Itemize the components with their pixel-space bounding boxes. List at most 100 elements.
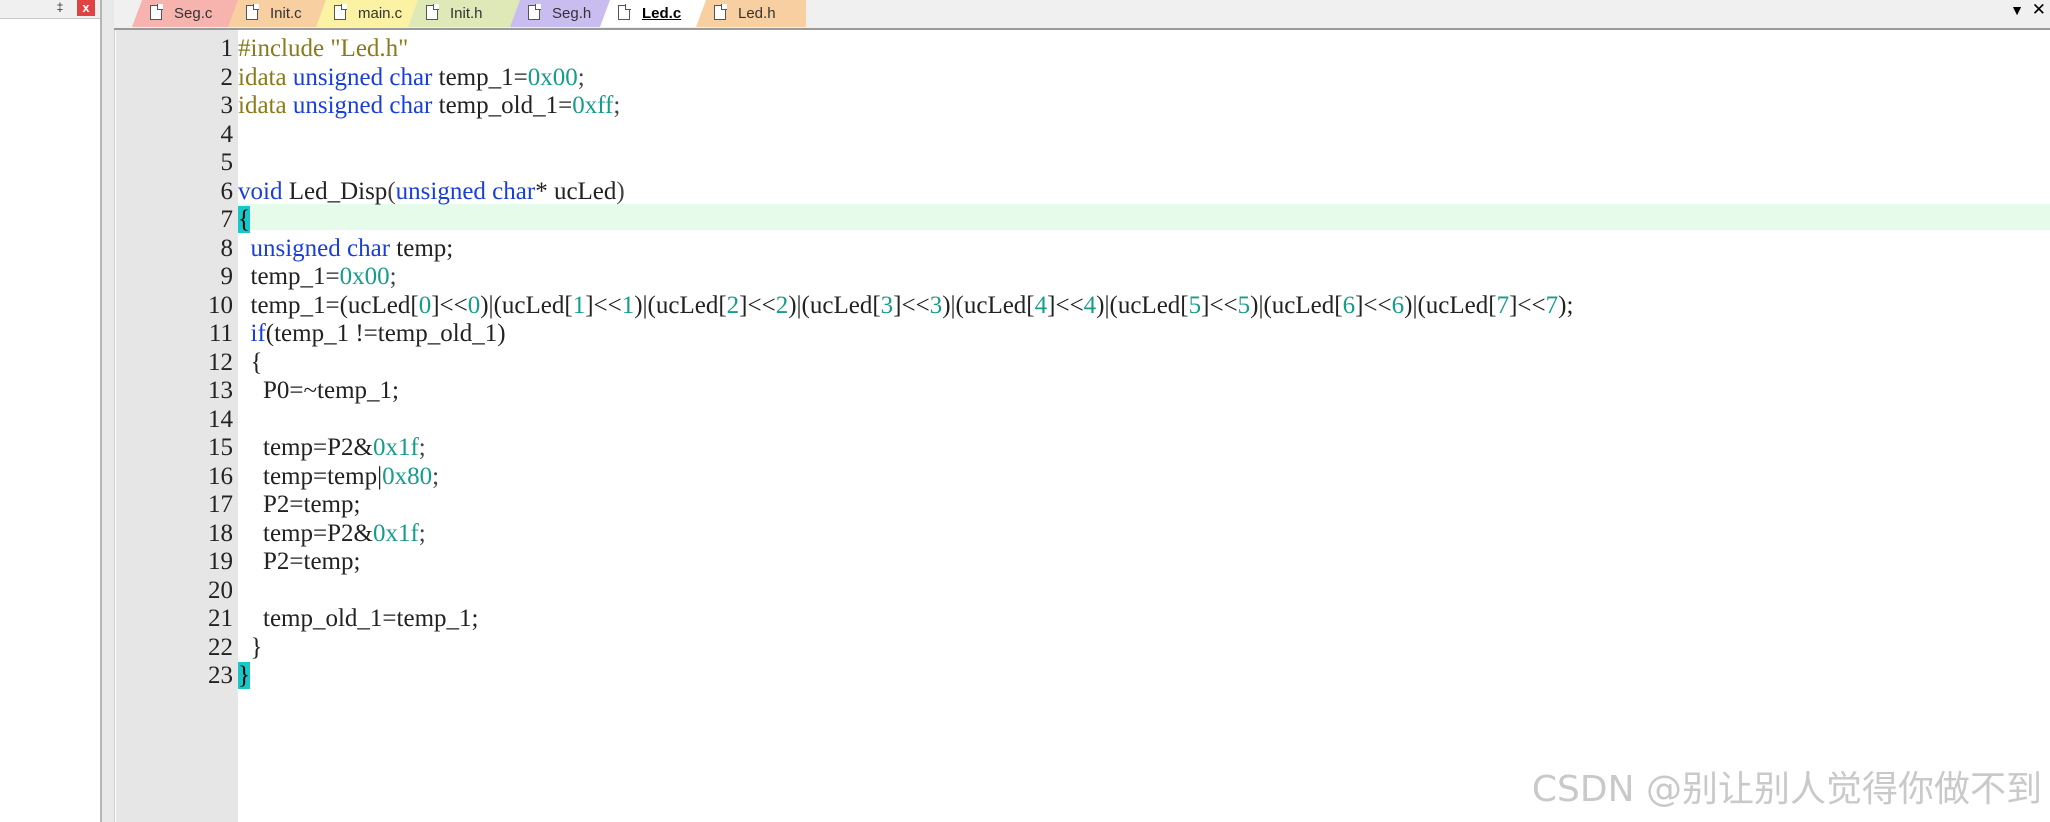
code-token: unsigned char xyxy=(292,92,439,119)
code-text: } xyxy=(238,634,263,663)
tab-label: Init.h xyxy=(450,5,483,22)
code-token: P0=~temp_1; xyxy=(238,377,399,404)
code-line: 16 temp=temp|0x80; xyxy=(116,463,2050,492)
code-token: temp_1= xyxy=(438,63,528,91)
file-icon xyxy=(618,4,631,20)
code-token: )|(ucLed[ xyxy=(1250,291,1343,319)
code-token: )|(ucLed[ xyxy=(1096,291,1189,319)
code-token: P2=temp; xyxy=(238,548,361,575)
code-editor[interactable]: 1 #include "Led.h" 2 idata unsigned char te… xyxy=(116,30,2050,822)
code-token: 0x00 xyxy=(339,263,390,290)
matched-brace: { xyxy=(238,206,250,233)
code-line: 21 temp_old_1=temp_1; xyxy=(116,605,2050,634)
code-token: 1 xyxy=(621,291,635,319)
code-token: 3 xyxy=(929,291,943,319)
line-number: 1 xyxy=(220,35,234,62)
code-line: 23} xyxy=(116,662,2050,691)
code-area[interactable]: 1 #include "Led.h" 2 idata unsigned char te… xyxy=(116,35,2050,691)
code-line: 20 xyxy=(116,577,2050,606)
code-token: idata xyxy=(238,63,293,91)
code-line: 4 xyxy=(116,121,2050,150)
code-token: 0 xyxy=(418,291,432,319)
tab-label: Led.c xyxy=(642,5,682,22)
pin-icon[interactable]: ‡ xyxy=(53,0,67,14)
line-number: 20 xyxy=(208,576,233,604)
code-token: temp=P2& xyxy=(238,434,373,461)
code-text: P2=temp; xyxy=(238,491,360,520)
code-token: 5 xyxy=(1237,291,1251,319)
code-text: { xyxy=(238,206,250,235)
code-line: 6 void Led_Disp(unsigned char* ucLed) xyxy=(116,178,2050,207)
code-token: 0x1f xyxy=(372,519,419,547)
code-token: unsigned char xyxy=(292,63,439,91)
file-icon xyxy=(150,4,163,20)
line-number: 12 xyxy=(208,348,233,376)
line-number: 3 xyxy=(220,92,234,119)
code-token: 2 xyxy=(726,291,740,319)
code-line: 19 P2=temp; xyxy=(116,548,2050,577)
code-token: 0xff xyxy=(572,92,614,119)
file-icon xyxy=(714,4,727,20)
code-token: temp; xyxy=(396,234,454,262)
code-line: 17 P2=temp; xyxy=(116,491,2050,520)
code-token: ]<< xyxy=(1355,291,1392,319)
code-token: void xyxy=(238,177,289,205)
code-text: unsigned char temp; xyxy=(238,234,454,264)
close-icon[interactable]: x xyxy=(77,0,95,16)
tab-label: Init.c xyxy=(270,5,302,22)
code-token: ]<< xyxy=(739,291,776,319)
line-number: 4 xyxy=(220,120,234,148)
line-number: 14 xyxy=(208,405,233,433)
code-line: 7{ xyxy=(116,206,2050,235)
code-token: #include xyxy=(238,35,331,62)
code-text: P2=temp; xyxy=(238,548,360,577)
matched-brace: } xyxy=(238,662,250,689)
code-token: unsigned char xyxy=(395,177,536,205)
close-icon[interactable]: ✕ xyxy=(2032,0,2046,20)
code-token: ]<< xyxy=(431,291,468,319)
code-token: ; xyxy=(432,462,440,490)
code-token: } xyxy=(238,633,263,661)
line-number: 16 xyxy=(208,462,233,490)
tab-led-h[interactable]: Led.h xyxy=(696,0,806,27)
code-token: Led_Disp xyxy=(288,177,388,205)
line-number: 8 xyxy=(220,234,234,262)
code-token: ) xyxy=(616,177,625,205)
code-text: P0=~temp_1; xyxy=(238,377,399,406)
code-token: 6 xyxy=(1342,291,1356,319)
file-icon xyxy=(246,4,259,20)
code-line: 11 if(temp_1 !=temp_old_1) xyxy=(116,320,2050,349)
line-number: 21 xyxy=(208,605,233,632)
code-text: void Led_Disp(unsigned char* ucLed) xyxy=(238,178,625,207)
code-token: ; xyxy=(613,92,621,119)
line-number: 23 xyxy=(208,662,233,689)
tab-label: Led.h xyxy=(738,5,776,22)
code-token: )|(ucLed[ xyxy=(1404,291,1497,319)
code-text: if(temp_1 !=temp_old_1) xyxy=(238,320,506,349)
code-line: 3 idata unsigned char temp_old_1=0xff; xyxy=(116,92,2050,121)
line-number: 18 xyxy=(208,519,233,547)
code-token: temp_1= xyxy=(238,263,340,290)
code-token: * ucLed xyxy=(535,177,617,205)
panel-splitter[interactable] xyxy=(102,0,115,822)
code-token: )|(ucLed[ xyxy=(942,291,1035,319)
code-line: 5 xyxy=(116,149,2050,178)
code-token: ( xyxy=(387,177,396,205)
tab-led-c[interactable]: Led.c xyxy=(600,0,710,27)
code-token: if xyxy=(250,320,266,347)
code-token: idata xyxy=(238,92,293,119)
code-token: ; xyxy=(577,63,585,91)
code-token: ; xyxy=(418,434,426,461)
code-token: 7 xyxy=(1545,291,1559,319)
code-token: 0x1f xyxy=(372,434,419,461)
code-text: { xyxy=(238,349,263,378)
chevron-down-icon[interactable]: ▼ xyxy=(2010,2,2024,18)
line-number: 17 xyxy=(208,491,233,518)
line-number: 7 xyxy=(220,206,234,233)
code-token: )|(ucLed[ xyxy=(788,291,881,319)
code-text: temp_1=(ucLed[0]<<0)|(ucLed[1]<<1)|(ucLe… xyxy=(238,291,1574,321)
project-panel: ‡ x xyxy=(0,0,102,822)
line-number: 15 xyxy=(208,434,233,461)
